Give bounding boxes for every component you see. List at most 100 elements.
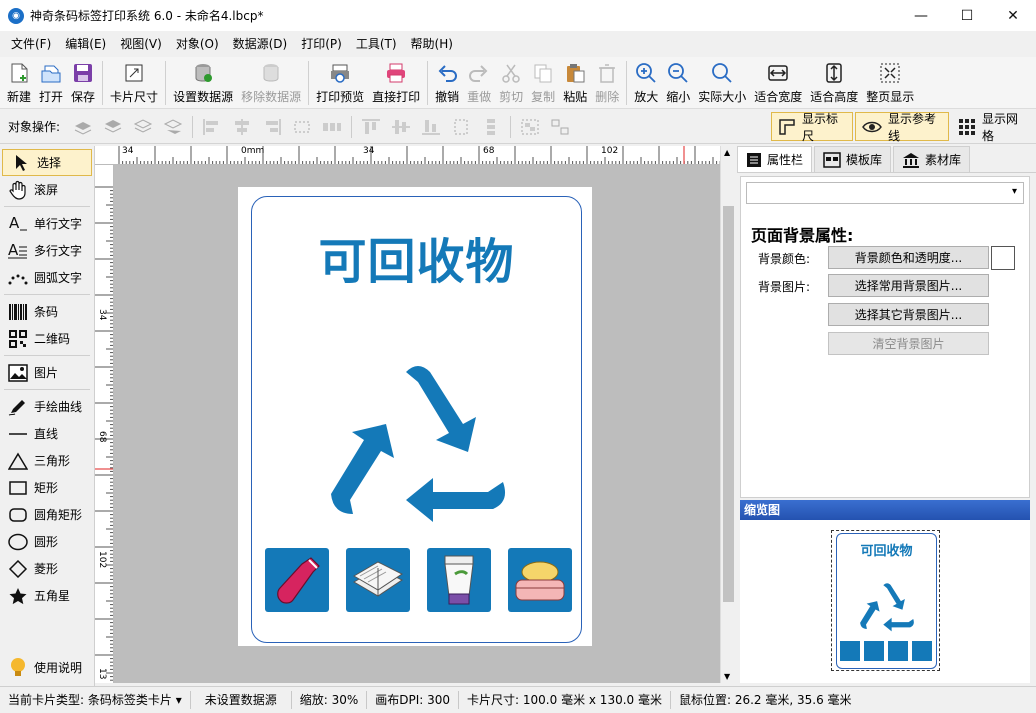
tool-image[interactable]: 图片 bbox=[0, 359, 94, 386]
app-logo-icon: ◉ bbox=[8, 7, 24, 24]
maximize-button[interactable]: ☐ bbox=[944, 0, 990, 31]
food-container-icon[interactable] bbox=[508, 548, 572, 612]
tool-circle[interactable]: 圆形 bbox=[0, 528, 94, 555]
space-v-icon[interactable] bbox=[480, 116, 502, 138]
tool-single-text[interactable]: A 单行文字 bbox=[0, 210, 94, 237]
show-guides-toggle[interactable]: 显示参考线 bbox=[855, 112, 949, 143]
menu-tools[interactable]: 工具(T) bbox=[349, 31, 404, 57]
tool-triangle[interactable]: 三角形 bbox=[0, 447, 94, 474]
vertical-ruler: 34 68 102 13 bbox=[95, 165, 114, 683]
new-button[interactable]: 新建 bbox=[3, 57, 35, 107]
actual-size-button[interactable]: 实际大小 bbox=[694, 57, 750, 107]
bottle-icon[interactable] bbox=[265, 548, 329, 612]
align-top-icon[interactable] bbox=[360, 116, 382, 138]
star-icon bbox=[6, 586, 30, 606]
redo-button[interactable]: 重做 bbox=[463, 57, 495, 107]
close-button[interactable]: ✕ bbox=[990, 0, 1036, 31]
send-to-back-icon[interactable] bbox=[162, 116, 184, 138]
align-center-icon[interactable] bbox=[231, 116, 253, 138]
bg-color-button[interactable]: 背景颜色和透明度... bbox=[828, 246, 989, 269]
bring-to-front-icon[interactable] bbox=[72, 116, 94, 138]
minimize-button[interactable]: — bbox=[898, 0, 944, 31]
tab-properties[interactable]: 属性栏 bbox=[737, 146, 813, 172]
bring-forward-icon[interactable] bbox=[102, 116, 124, 138]
tool-line[interactable]: 直线 bbox=[0, 420, 94, 447]
thumbnail-header: 缩览图 bbox=[740, 500, 1030, 520]
fit-width-icon bbox=[766, 61, 790, 85]
tool-freehand[interactable]: 手绘曲线 bbox=[0, 393, 94, 420]
open-button[interactable]: 打开 bbox=[35, 57, 67, 107]
align-middle-icon[interactable] bbox=[390, 116, 412, 138]
card-size-button[interactable]: 卡片尺寸 bbox=[106, 57, 162, 107]
group-icon[interactable] bbox=[519, 116, 541, 138]
toolbar-divider bbox=[427, 61, 429, 105]
show-ruler-toggle[interactable]: 显示标尺 bbox=[771, 112, 853, 143]
label-title-text[interactable]: 可回收物 bbox=[251, 222, 582, 292]
right-panel-tabs: 属性栏 模板库 素材库 bbox=[737, 146, 1036, 173]
trash-icon bbox=[595, 61, 619, 85]
eye-icon bbox=[862, 118, 882, 136]
menu-object[interactable]: 对象(O) bbox=[169, 31, 226, 57]
canvas-vertical-scrollbar[interactable]: ▲ ▼ bbox=[720, 146, 736, 683]
distribute-v-icon[interactable] bbox=[450, 116, 472, 138]
remove-datasource-button[interactable]: 移除数据源 bbox=[237, 57, 305, 107]
tool-multi-text[interactable]: A 多行文字 bbox=[0, 237, 94, 264]
scroll-up-icon[interactable]: ▲ bbox=[724, 148, 730, 157]
fit-width-button[interactable]: 适合宽度 bbox=[750, 57, 806, 107]
tool-star[interactable]: 五角星 bbox=[0, 582, 94, 609]
menu-file[interactable]: 文件(F) bbox=[4, 31, 58, 57]
fit-height-button[interactable]: 适合高度 bbox=[806, 57, 862, 107]
scroll-down-icon[interactable]: ▼ bbox=[724, 672, 730, 681]
menu-edit[interactable]: 编辑(E) bbox=[58, 31, 113, 57]
menu-datasource[interactable]: 数据源(D) bbox=[226, 31, 295, 57]
recycle-symbol-icon[interactable] bbox=[328, 362, 508, 524]
print-preview-button[interactable]: 打印预览 bbox=[312, 57, 368, 107]
delete-button[interactable]: 删除 bbox=[591, 57, 623, 107]
set-datasource-button[interactable]: 设置数据源 bbox=[169, 57, 237, 107]
zoom-in-button[interactable]: 放大 bbox=[630, 57, 662, 107]
send-backward-icon[interactable] bbox=[132, 116, 154, 138]
object-selector-dropdown[interactable]: ▾ bbox=[746, 182, 1024, 204]
zoom-out-button[interactable]: 缩小 bbox=[662, 57, 694, 107]
menu-print[interactable]: 打印(P) bbox=[294, 31, 349, 57]
newspaper-icon[interactable] bbox=[346, 548, 410, 612]
paste-button[interactable]: 粘贴 bbox=[559, 57, 591, 107]
cut-button[interactable]: 剪切 bbox=[495, 57, 527, 107]
help-link[interactable]: 使用说明 bbox=[0, 654, 93, 681]
tool-arc-text[interactable]: 圆弧文字 bbox=[0, 264, 94, 291]
distribute-h-icon[interactable] bbox=[291, 116, 313, 138]
align-left-icon[interactable] bbox=[201, 116, 223, 138]
undo-button[interactable]: 撤销 bbox=[431, 57, 463, 107]
tool-diamond[interactable]: 菱形 bbox=[0, 555, 94, 582]
scrollbar-thumb[interactable] bbox=[723, 206, 734, 602]
tool-qrcode[interactable]: 二维码 bbox=[0, 325, 94, 352]
ungroup-icon[interactable] bbox=[549, 116, 571, 138]
menu-view[interactable]: 视图(V) bbox=[113, 31, 169, 57]
save-button[interactable]: 保存 bbox=[67, 57, 99, 107]
status-card-size: 卡片尺寸: 100.0 毫米 x 130.0 毫米 bbox=[459, 691, 671, 709]
tool-scroll[interactable]: 滚屏 bbox=[0, 176, 94, 203]
bg-color-swatch[interactable] bbox=[991, 246, 1015, 270]
direct-print-button[interactable]: 直接打印 bbox=[368, 57, 424, 107]
cosmetic-tube-icon[interactable] bbox=[427, 548, 491, 612]
tab-templates[interactable]: 模板库 bbox=[814, 146, 892, 172]
fit-page-button[interactable]: 整页显示 bbox=[862, 57, 918, 107]
menu-help[interactable]: 帮助(H) bbox=[404, 31, 460, 57]
copy-button[interactable]: 复制 bbox=[527, 57, 559, 107]
tool-select[interactable]: 选择 bbox=[2, 149, 92, 176]
align-right-icon[interactable] bbox=[261, 116, 283, 138]
common-bg-image-button[interactable]: 选择常用背景图片... bbox=[828, 274, 989, 297]
space-h-icon[interactable] bbox=[321, 116, 343, 138]
tool-round-rect[interactable]: 圆角矩形 bbox=[0, 501, 94, 528]
tool-rect[interactable]: 矩形 bbox=[0, 474, 94, 501]
show-grid-toggle[interactable]: 显示网格 bbox=[951, 112, 1034, 143]
tab-materials[interactable]: 素材库 bbox=[893, 146, 971, 172]
status-card-type[interactable]: 当前卡片类型: 条码标签类卡片 ▾ bbox=[0, 691, 191, 709]
new-file-icon bbox=[7, 61, 31, 85]
clear-bg-image-button[interactable]: 清空背景图片 bbox=[828, 332, 989, 355]
picture-icon bbox=[6, 363, 30, 383]
align-bottom-icon[interactable] bbox=[420, 116, 442, 138]
other-bg-image-button[interactable]: 选择其它背景图片... bbox=[828, 303, 989, 326]
toolbar-divider bbox=[165, 61, 167, 105]
tool-barcode[interactable]: 条码 bbox=[0, 298, 94, 325]
